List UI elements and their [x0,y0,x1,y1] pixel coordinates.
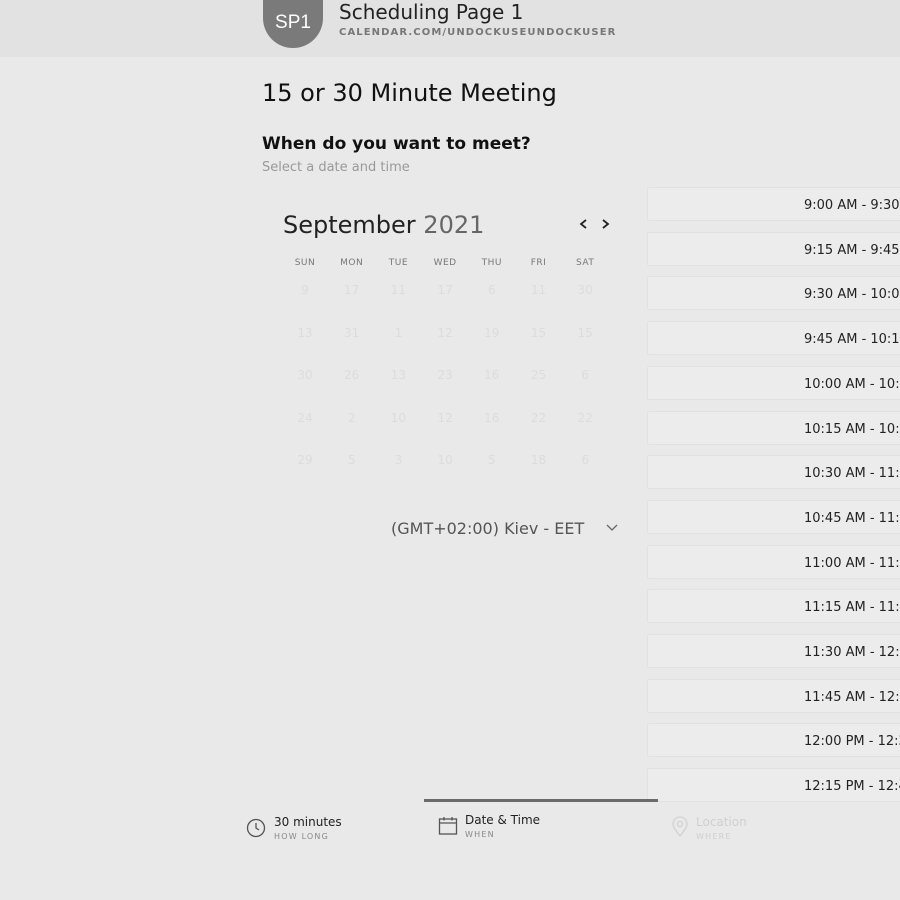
calendar-day: 10 [390,410,407,425]
meeting-question: When do you want to meet? [262,134,531,154]
time-slot-label: 9:00 AM - 9:30 [804,198,900,213]
calendar-day: 30 [577,283,593,297]
calendar-day: 12 [437,410,453,425]
time-slot-label: 12:15 PM - 12:4 [804,779,900,795]
calendar-day: 16 [484,410,500,425]
time-slot-button[interactable]: 11:30 AM - 12:0 [647,634,900,668]
calendar-day: 1 [394,325,403,340]
timezone-dropdown-button[interactable] [605,521,619,535]
time-slot-label: 10:30 AM - 11:0 [804,466,900,482]
time-slot-label: 9:15 AM - 9:45 [804,242,900,258]
time-slot-button[interactable]: 9:15 AM - 9:45 [647,231,900,266]
time-slot-label: 10:45 AM - 11:1 [804,510,900,526]
chevron-down-icon [606,524,618,531]
time-slot-button[interactable]: 10:45 AM - 11:1 [647,499,900,534]
time-slot-button[interactable]: 11:45 AM - 12:1 [647,678,900,713]
calendar-day: 18 [530,453,547,468]
calendar-year: 2021 [423,211,485,239]
calendar-day: 13 [390,368,407,383]
calendar-day: 3 [394,453,403,468]
step-location-label: Location [696,815,747,829]
scheduling-page-title: Scheduling Page 1 [339,0,524,24]
time-slot-label: 11:30 AM - 12:0 [804,645,900,660]
calendar-day: 15 [577,325,593,340]
location-pin-icon [672,816,688,837]
timezone-select[interactable]: (GMT+02:00) Kiev - EET [391,519,584,538]
scheduling-page-url: CALENDAR.COM/UNDOCKUSEUNDOCKUSER [339,27,617,38]
avatar: SP1 [263,0,323,48]
calendar-day: 10 [437,453,453,468]
time-slot-button[interactable]: 9:30 AM - 10:0 [647,276,900,311]
calendar-day: 16 [484,368,500,383]
time-slot-label: 11:15 AM - 11:4 [804,600,900,616]
chevron-right-icon [602,219,610,229]
time-slot-button[interactable]: 10:30 AM - 11:0 [647,455,900,490]
time-slot-label: 12:00 PM - 12:3 [804,734,900,750]
calendar-day: 13 [297,325,313,340]
step-date-time-sub: WHEN [465,830,495,839]
chevron-left-icon [579,219,587,229]
calendar-month-label: September 2021 [283,211,484,239]
calendar-day: 11 [390,283,407,297]
time-slot-button[interactable]: 11:15 AM - 11:4 [647,589,900,624]
calendar-day: 6 [581,453,589,468]
weekday-label: SUN [294,258,316,268]
clock-icon [246,818,266,838]
calendar-day: 5 [347,453,356,468]
prev-month-button[interactable] [575,212,593,236]
next-month-button[interactable] [596,212,614,236]
calendar-month: September [283,211,416,239]
calendar-day: 9 [301,283,309,297]
calendar-day: 25 [530,368,547,383]
time-slot-label: 11:45 AM - 12:1 [804,689,900,705]
meeting-title: 15 or 30 Minute Meeting [262,79,557,107]
calendar-day: 19 [484,325,500,340]
calendar-day: 30 [297,368,313,383]
step-duration-sub: HOW LONG [274,832,330,841]
time-slot-button[interactable]: 11:00 AM - 11:3 [647,544,900,579]
time-slot-button[interactable]: 12:00 PM - 12:3 [647,723,900,758]
calendar-day: 22 [577,410,593,425]
calendar-day: 12 [437,325,453,340]
calendar-day: 22 [530,410,547,425]
time-slot-label: 9:30 AM - 10:0 [804,287,900,303]
calendar-day: 2 [347,410,356,425]
time-slot-button[interactable]: 9:00 AM - 9:30 [647,187,900,221]
weekday-label: FRI [530,258,547,268]
weekday-label: SAT [576,258,595,268]
time-slot-button[interactable]: 10:00 AM - 10:3 [647,365,900,400]
time-slot-label: 9:45 AM - 10:1 [804,332,900,348]
step-duration-label: 30 minutes [274,815,342,829]
time-slot-button[interactable]: 12:15 PM - 12:4 [647,768,900,803]
calendar-icon [438,817,458,835]
weekday-label: THU [481,258,502,268]
calendar-day: 6 [487,283,496,297]
time-slot-label: 11:00 AM - 11:3 [804,555,900,571]
calendar-day: 6 [581,368,589,383]
time-slot-button[interactable]: 10:15 AM - 10:4 [647,410,900,445]
calendar-day: 5 [487,453,496,468]
weekday-label: WED [433,258,457,268]
active-step-indicator [424,799,658,802]
calendar-day: 31 [344,325,360,340]
calendar-day: 26 [344,368,360,383]
weekday-label: MON [340,258,364,268]
weekday-label: TUE [388,258,409,268]
time-slot-label: 10:15 AM - 10:4 [804,421,900,437]
calendar-day: 17 [437,283,453,297]
time-slot-label: 10:00 AM - 10:3 [804,376,900,392]
step-location-sub: WHERE [696,832,732,841]
step-date-time-label: Date & Time [465,813,541,827]
calendar-day: 15 [530,325,547,340]
meeting-subtext: Select a date and time [262,160,410,175]
calendar-day: 17 [344,283,360,297]
calendar-day: 23 [437,368,453,383]
calendar-day: 24 [297,410,313,425]
calendar-day: 11 [530,283,547,297]
calendar-day: 29 [297,453,313,468]
time-slot-button[interactable]: 9:45 AM - 10:1 [647,321,900,356]
page-header: SP1 Scheduling Page 1 CALENDAR.COM/UNDOC… [0,0,900,57]
avatar-initials: SP1 [275,12,311,33]
